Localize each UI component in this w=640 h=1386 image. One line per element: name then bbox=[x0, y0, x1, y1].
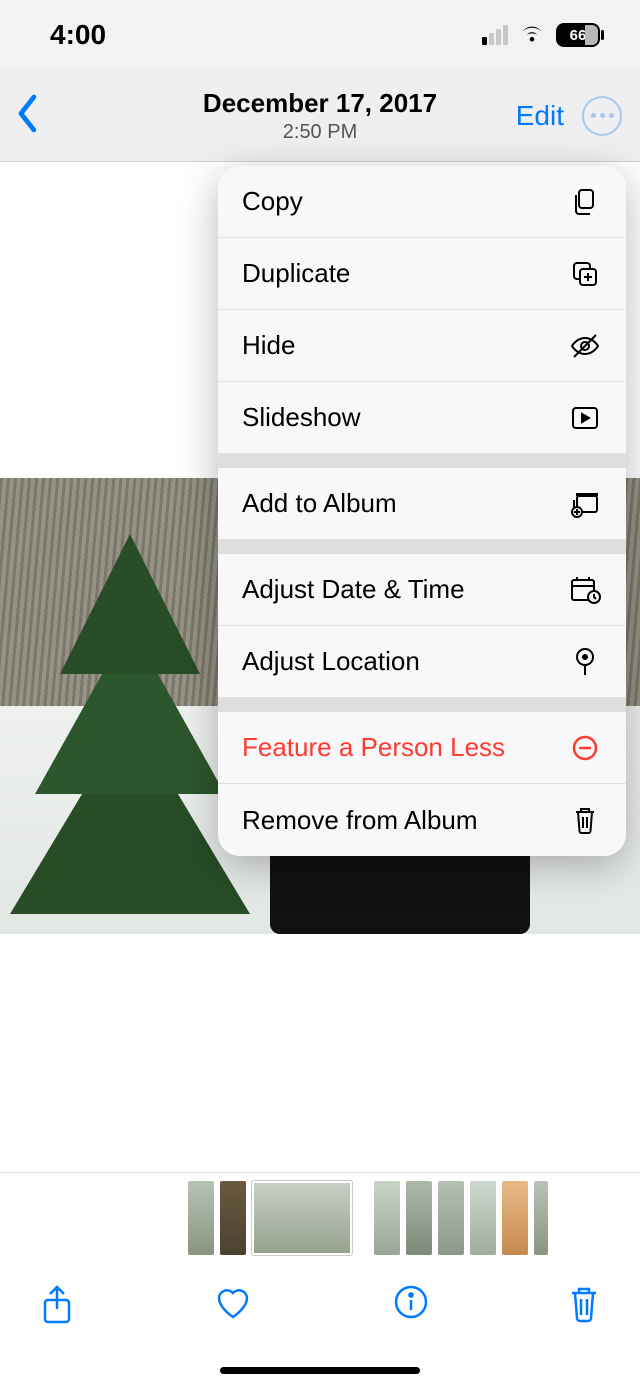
hide-icon bbox=[568, 329, 602, 363]
thumbnail[interactable] bbox=[534, 1181, 548, 1255]
battery-percent: 66 bbox=[570, 27, 587, 44]
thumbnail[interactable] bbox=[502, 1181, 528, 1255]
context-menu: Copy Duplicate Hide Slideshow Add to bbox=[218, 166, 626, 856]
menu-feature-person-less[interactable]: Feature a Person Less bbox=[218, 712, 626, 784]
thumbnail[interactable] bbox=[406, 1181, 432, 1255]
menu-duplicate-label: Duplicate bbox=[242, 258, 350, 289]
more-options-button[interactable] bbox=[582, 96, 622, 136]
wifi-icon bbox=[518, 19, 546, 51]
photo-date: December 17, 2017 bbox=[203, 88, 437, 119]
menu-hide[interactable]: Hide bbox=[218, 310, 626, 382]
menu-adjust-location-label: Adjust Location bbox=[242, 646, 420, 677]
nav-title: December 17, 2017 2:50 PM bbox=[203, 88, 437, 144]
status-right: 66 bbox=[482, 19, 600, 51]
calendar-clock-icon bbox=[568, 573, 602, 607]
menu-copy[interactable]: Copy bbox=[218, 166, 626, 238]
menu-copy-label: Copy bbox=[242, 186, 303, 217]
thumbnail-strip[interactable] bbox=[0, 1172, 640, 1262]
duplicate-icon bbox=[568, 257, 602, 291]
menu-slideshow-label: Slideshow bbox=[242, 402, 361, 433]
menu-slideshow[interactable]: Slideshow bbox=[218, 382, 626, 454]
info-button[interactable] bbox=[393, 1284, 429, 1325]
back-button[interactable] bbox=[14, 93, 42, 138]
slideshow-icon bbox=[568, 401, 602, 435]
menu-adjust-location[interactable]: Adjust Location bbox=[218, 626, 626, 698]
menu-remove-from-album[interactable]: Remove from Album bbox=[218, 784, 626, 856]
photos-app-screen: 4:00 66 December 17, 2017 2:50 PM Edit bbox=[0, 0, 640, 1386]
add-to-album-icon bbox=[568, 487, 602, 521]
thumbnail-current[interactable] bbox=[252, 1181, 352, 1255]
favorite-button[interactable] bbox=[213, 1284, 253, 1327]
location-pin-icon bbox=[568, 645, 602, 679]
thumbnail[interactable] bbox=[438, 1181, 464, 1255]
share-button[interactable] bbox=[40, 1284, 74, 1331]
thumbnail[interactable] bbox=[374, 1181, 400, 1255]
trash-icon bbox=[568, 803, 602, 837]
thumbnail[interactable] bbox=[470, 1181, 496, 1255]
battery-icon: 66 bbox=[556, 23, 600, 47]
menu-remove-from-album-label: Remove from Album bbox=[242, 805, 478, 836]
menu-duplicate[interactable]: Duplicate bbox=[218, 238, 626, 310]
home-indicator[interactable] bbox=[220, 1367, 420, 1374]
edit-button[interactable]: Edit bbox=[516, 100, 564, 132]
menu-add-to-album-label: Add to Album bbox=[242, 488, 397, 519]
copy-icon bbox=[568, 185, 602, 219]
delete-button[interactable] bbox=[568, 1284, 600, 1329]
photo-time: 2:50 PM bbox=[203, 121, 437, 144]
nav-bar: December 17, 2017 2:50 PM Edit bbox=[0, 70, 640, 162]
status-time: 4:00 bbox=[50, 19, 106, 51]
menu-adjust-date-time-label: Adjust Date & Time bbox=[242, 574, 465, 605]
thumbnail[interactable] bbox=[220, 1181, 246, 1255]
menu-hide-label: Hide bbox=[242, 330, 295, 361]
menu-add-to-album[interactable]: Add to Album bbox=[218, 468, 626, 540]
menu-feature-person-less-label: Feature a Person Less bbox=[242, 732, 505, 763]
status-bar: 4:00 66 bbox=[0, 0, 640, 70]
thumbnail[interactable] bbox=[188, 1181, 214, 1255]
menu-adjust-date-time[interactable]: Adjust Date & Time bbox=[218, 554, 626, 626]
cellular-signal-icon bbox=[482, 25, 508, 45]
minus-circle-icon bbox=[568, 731, 602, 765]
